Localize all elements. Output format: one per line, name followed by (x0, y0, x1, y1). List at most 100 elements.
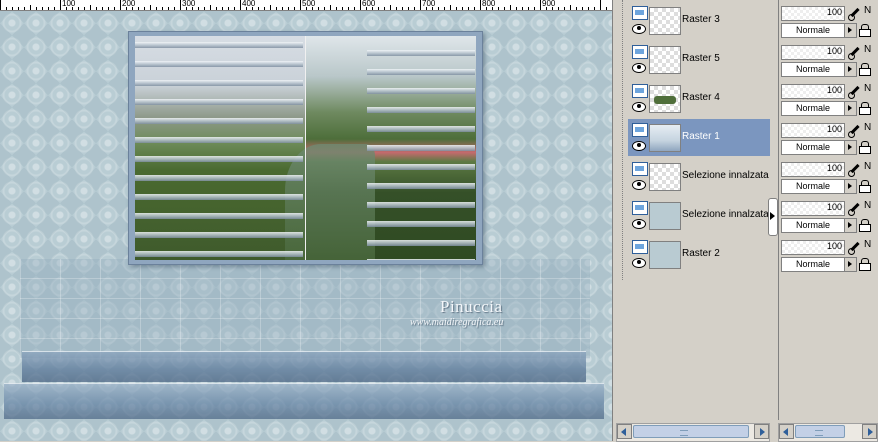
opacity-value: 100 (826, 241, 842, 251)
visibility-toggle-icon[interactable] (632, 162, 648, 176)
brush-icon[interactable] (847, 44, 861, 60)
scroll-left-icon[interactable] (617, 424, 632, 439)
eye-icon[interactable] (632, 24, 646, 34)
opacity-slider[interactable]: 100 (781, 45, 845, 60)
dropdown-arrow-icon[interactable] (844, 180, 856, 193)
dropdown-arrow-icon[interactable] (844, 102, 856, 115)
ruler-tick (396, 7, 397, 10)
dropdown-arrow-icon[interactable] (844, 63, 856, 76)
blend-mode-select[interactable]: Normale (781, 257, 857, 272)
blend-mode-select[interactable]: Normale (781, 140, 857, 155)
lock-icon[interactable] (859, 258, 871, 271)
layer-row[interactable]: Selezione innalzata : (628, 197, 774, 234)
dropdown-arrow-icon[interactable] (844, 24, 856, 37)
layer-row[interactable]: Raster 1 (628, 119, 770, 156)
ruler-tick (378, 7, 379, 10)
blind-slat (135, 156, 303, 162)
scroll-right-icon[interactable] (754, 424, 769, 439)
layer-row[interactable]: Selezione innalzata (628, 158, 770, 195)
dropdown-arrow-icon[interactable] (844, 141, 856, 154)
ruler-tick (582, 7, 583, 10)
layer-property-row: 100 N Normale (779, 236, 878, 273)
eye-icon[interactable] (632, 219, 646, 229)
ruler-tick (180, 0, 181, 10)
properties-horizontal-scrollbar[interactable] (778, 423, 878, 442)
ruler-tick (480, 0, 481, 10)
layer-row[interactable]: Raster 4 (628, 80, 770, 117)
blind-slat (135, 42, 303, 48)
layers-horizontal-scrollbar[interactable] (616, 423, 770, 442)
ruler-tick (12, 7, 13, 10)
opacity-slider[interactable]: 100 (781, 240, 845, 255)
visibility-toggle-icon[interactable] (632, 6, 648, 20)
eye-icon[interactable] (632, 258, 646, 268)
visibility-toggle-icon[interactable] (632, 240, 648, 254)
brush-icon[interactable] (847, 161, 861, 177)
collapse-handle-icon[interactable] (768, 198, 778, 236)
ruler-label: 500 (302, 0, 316, 8)
opacity-slider[interactable]: 100 (781, 201, 845, 216)
scroll-right-icon[interactable] (862, 424, 877, 439)
layer-name: Raster 3 (682, 14, 720, 25)
truncated-column-label: N (864, 83, 872, 94)
ruler-tick (444, 7, 445, 10)
layer-thumbnail (649, 163, 681, 191)
brush-icon[interactable] (847, 200, 861, 216)
lock-icon[interactable] (859, 63, 871, 76)
opacity-slider[interactable]: 100 (781, 6, 845, 21)
opacity-slider[interactable]: 100 (781, 123, 845, 138)
scrollbar-thumb[interactable] (633, 425, 749, 438)
watermark-url: www.maidiregrafica.eu (410, 317, 504, 328)
blend-mode-select[interactable]: Normale (781, 179, 857, 194)
blend-mode-select[interactable]: Normale (781, 218, 857, 233)
scrollbar-thumb[interactable] (795, 425, 845, 438)
blind-slat (367, 69, 475, 75)
brush-icon[interactable] (847, 239, 861, 255)
ruler-tick (108, 7, 109, 10)
ruler-tick (402, 7, 403, 10)
ruler-label: 600 (362, 0, 376, 8)
floor-grid (20, 259, 590, 359)
eye-icon[interactable] (632, 141, 646, 151)
opacity-slider[interactable]: 100 (781, 84, 845, 99)
layer-name: Raster 1 (682, 131, 720, 142)
opacity-slider[interactable]: 100 (781, 162, 845, 177)
visibility-toggle-icon[interactable] (632, 123, 648, 137)
blind-slats (135, 36, 476, 260)
picture-frame (128, 31, 483, 265)
brush-icon[interactable] (847, 83, 861, 99)
lock-icon[interactable] (859, 102, 871, 115)
layer-row[interactable]: Raster 3 (628, 2, 770, 39)
eye-icon[interactable] (632, 180, 646, 190)
eye-icon[interactable] (632, 102, 646, 112)
dropdown-arrow-icon[interactable] (844, 258, 856, 271)
blend-mode-select[interactable]: Normale (781, 23, 857, 38)
visibility-toggle-icon[interactable] (632, 201, 648, 215)
ruler-tick (588, 7, 589, 10)
layer-thumbnail (649, 241, 681, 269)
lock-icon[interactable] (859, 180, 871, 193)
ruler-tick (96, 7, 97, 10)
ruler-tick (150, 5, 151, 10)
visibility-toggle-icon[interactable] (632, 45, 648, 59)
layer-row[interactable]: Raster 5 (628, 41, 770, 78)
lower-step (4, 383, 604, 419)
blind-slat (135, 118, 303, 124)
layer-name: Raster 5 (682, 53, 720, 64)
ruler-tick (240, 0, 241, 10)
eye-icon[interactable] (632, 63, 646, 73)
brush-icon[interactable] (847, 122, 861, 138)
blend-mode-select[interactable]: Normale (781, 101, 857, 116)
scroll-left-icon[interactable] (779, 424, 794, 439)
image-canvas[interactable]: Pinuccia www.maidiregrafica.eu (0, 11, 612, 441)
opacity-value: 100 (826, 46, 842, 56)
blend-mode-select[interactable]: Normale (781, 62, 857, 77)
lock-icon[interactable] (859, 141, 871, 154)
dropdown-arrow-icon[interactable] (844, 219, 856, 232)
layer-row[interactable]: Raster 2 (628, 236, 770, 273)
brush-icon[interactable] (847, 5, 861, 21)
visibility-toggle-icon[interactable] (632, 84, 648, 98)
lock-icon[interactable] (859, 24, 871, 37)
lock-icon[interactable] (859, 219, 871, 232)
ruler-tick (258, 7, 259, 10)
